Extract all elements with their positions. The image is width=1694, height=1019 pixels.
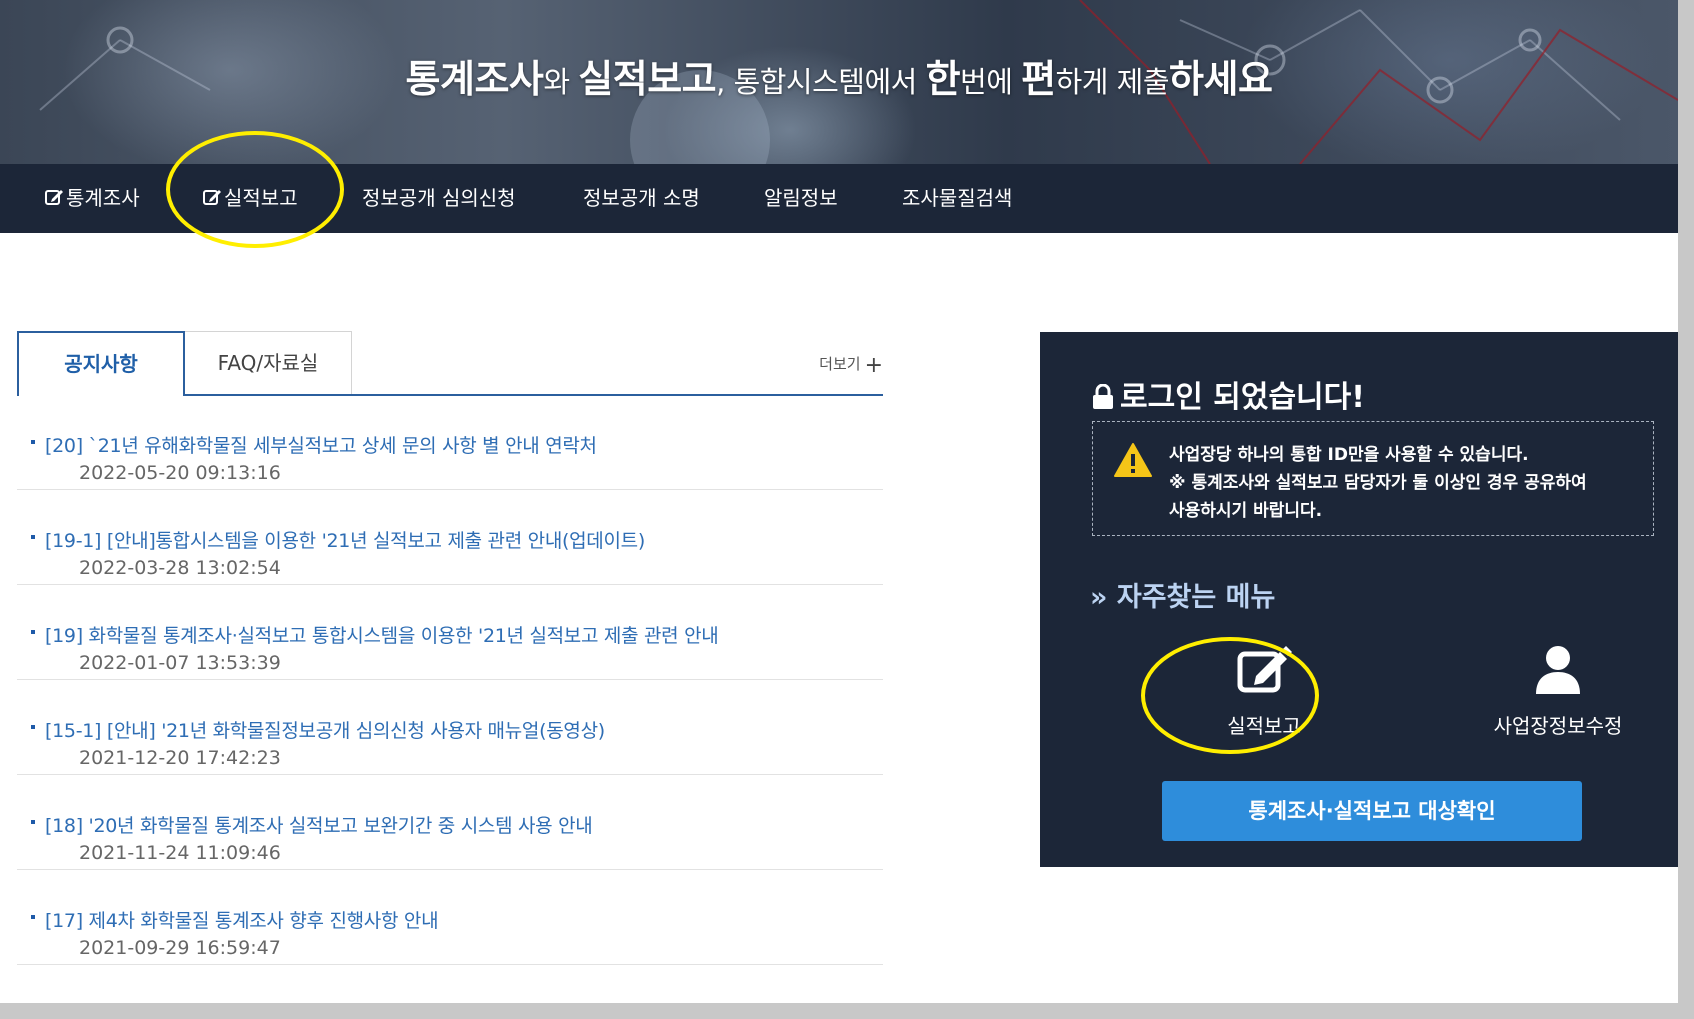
list-item[interactable]: [17] 제4차 화학물질 통계조사 향후 진행사항 안내 2021-09-29… [17, 870, 883, 965]
post-title[interactable]: [15-1] [안내] '21년 화학물질정보공개 심의신청 사용자 매뉴얼(동… [45, 716, 605, 743]
login-panel: 로그인 되었습니다! 사업장당 하나의 통합 ID만을 사용할 수 있습니다. … [1040, 332, 1678, 867]
nav-item-label: 정보공개 심의신청 [362, 186, 516, 210]
nav-item-performance-report[interactable]: 실적보고 [202, 164, 298, 233]
header-banner: 통계조사와 실적보고, 통합시스템에서 한번에 편하게 제출하세요 [0, 0, 1678, 164]
nav-item-label: 통계조사 [66, 186, 140, 210]
favorite-menu-title: » 자주찾는 메뉴 [1090, 582, 1276, 613]
nav-item-disclosure-explanation[interactable]: 정보공개 소명 [583, 164, 700, 233]
notice-line-2: ※ 통계조사와 실적보고 담당자가 둘 이상인 경우 공유하여 [1169, 473, 1587, 493]
nav-item-label: 조사물질검색 [902, 186, 1013, 210]
board-tabs: 공지사항 FAQ/자료실 더보기 + [17, 331, 883, 396]
login-status-title: 로그인 되었습니다! [1092, 372, 1365, 416]
notice-list: [20] `21년 유해화학물질 세부실적보고 상세 문의 사항 별 안내 연락… [17, 395, 883, 965]
bullet-icon [31, 725, 35, 729]
nav-item-label: 실적보고 [224, 186, 298, 210]
lock-icon [1093, 383, 1113, 409]
banner-text-4: , 통합시스템에서 [716, 65, 926, 99]
target-check-button[interactable]: 통계조사·실적보고 대상확인 [1162, 781, 1582, 841]
post-title[interactable]: [19] 화학물질 통계조사·실적보고 통합시스템을 이용한 '21년 실적보고… [45, 621, 719, 648]
warning-icon [1114, 443, 1152, 477]
tab-faq[interactable]: FAQ/자료실 [184, 331, 352, 394]
post-date: 2021-11-24 11:09:46 [79, 842, 281, 864]
banner-text-8: 하게 제출 [1055, 65, 1170, 99]
plus-icon: + [864, 353, 883, 378]
id-notice-box: 사업장당 하나의 통합 ID만을 사용할 수 있습니다. ※ 통계조사와 실적보… [1092, 421, 1654, 536]
edit-icon [203, 190, 221, 205]
main-nav: 통계조사 실적보고 정보공개 심의신청 정보공개 소명 알림정보 조사물질검색 [0, 164, 1678, 233]
notice-line-1: 사업장당 하나의 통합 ID만을 사용할 수 있습니다. [1169, 445, 1529, 465]
fav-performance-report[interactable]: 실적보고 [1164, 644, 1364, 739]
edit-icon [45, 190, 63, 205]
banner-headline: 통계조사와 실적보고, 통합시스템에서 한번에 편하게 제출하세요 [0, 48, 1678, 103]
nav-item-statistics-survey[interactable]: 통계조사 [44, 164, 140, 233]
banner-text-3: 실적보고 [578, 57, 717, 101]
nav-item-label: 알림정보 [764, 186, 838, 210]
post-date: 2022-03-28 13:02:54 [79, 557, 281, 579]
nav-item-notifications[interactable]: 알림정보 [764, 164, 838, 233]
user-icon [1536, 646, 1580, 694]
notice-line-3: 사용하시기 바랍니다. [1169, 501, 1323, 521]
nav-item-substance-search[interactable]: 조사물질검색 [902, 164, 1012, 233]
banner-text-9: 하세요 [1169, 57, 1273, 101]
edit-icon [1237, 646, 1292, 693]
post-date: 2022-01-07 13:53:39 [79, 652, 281, 674]
fav-site-info-edit[interactable]: 사업장정보수정 [1458, 644, 1658, 739]
nav-item-label: 정보공개 소명 [583, 186, 700, 210]
list-item[interactable]: [18] '20년 화학물질 통계조사 실적보고 보완기간 중 시스템 사용 안… [17, 775, 883, 870]
bullet-icon [31, 535, 35, 539]
post-title[interactable]: [17] 제4차 화학물질 통계조사 향후 진행사항 안내 [45, 906, 439, 933]
list-item[interactable]: [15-1] [안내] '21년 화학물질정보공개 심의신청 사용자 매뉴얼(동… [17, 680, 883, 775]
bullet-icon [31, 915, 35, 919]
post-date: 2022-05-20 09:13:16 [79, 462, 281, 484]
more-label: 더보기 [819, 355, 861, 373]
post-title[interactable]: [18] '20년 화학물질 통계조사 실적보고 보완기간 중 시스템 사용 안… [45, 811, 593, 838]
banner-text-2: 와 [543, 65, 579, 99]
bullet-icon [31, 630, 35, 634]
list-item[interactable]: [19] 화학물질 통계조사·실적보고 통합시스템을 이용한 '21년 실적보고… [17, 585, 883, 680]
page-frame: 통계조사와 실적보고, 통합시스템에서 한번에 편하게 제출하세요 통계조사 실… [0, 0, 1678, 1003]
banner-text-5: 한 [925, 57, 961, 101]
bullet-icon [31, 440, 35, 444]
banner-text-7: 편 [1021, 57, 1056, 101]
more-link[interactable]: 더보기 + [819, 353, 883, 378]
bullet-icon [31, 820, 35, 824]
post-date: 2021-12-20 17:42:23 [79, 747, 281, 769]
fav-label: 실적보고 [1227, 714, 1301, 738]
login-status-text: 로그인 되었습니다! [1120, 380, 1365, 415]
banner-text-1: 통계조사 [405, 57, 544, 101]
fav-label: 사업장정보수정 [1493, 714, 1623, 738]
list-item[interactable]: [19-1] [안내]통합시스템을 이용한 '21년 실적보고 제출 관련 안내… [17, 490, 883, 585]
post-title[interactable]: [19-1] [안내]통합시스템을 이용한 '21년 실적보고 제출 관련 안내… [45, 526, 645, 553]
banner-text-6: 번에 [960, 65, 1022, 99]
list-item[interactable]: [20] `21년 유해화학물질 세부실적보고 상세 문의 사항 별 안내 연락… [17, 395, 883, 490]
tab-notices[interactable]: 공지사항 [17, 331, 185, 396]
nav-item-disclosure-request[interactable]: 정보공개 심의신청 [362, 164, 516, 233]
post-date: 2021-09-29 16:59:47 [79, 937, 281, 959]
post-title[interactable]: [20] `21년 유해화학물질 세부실적보고 상세 문의 사항 별 안내 연락… [45, 431, 597, 458]
